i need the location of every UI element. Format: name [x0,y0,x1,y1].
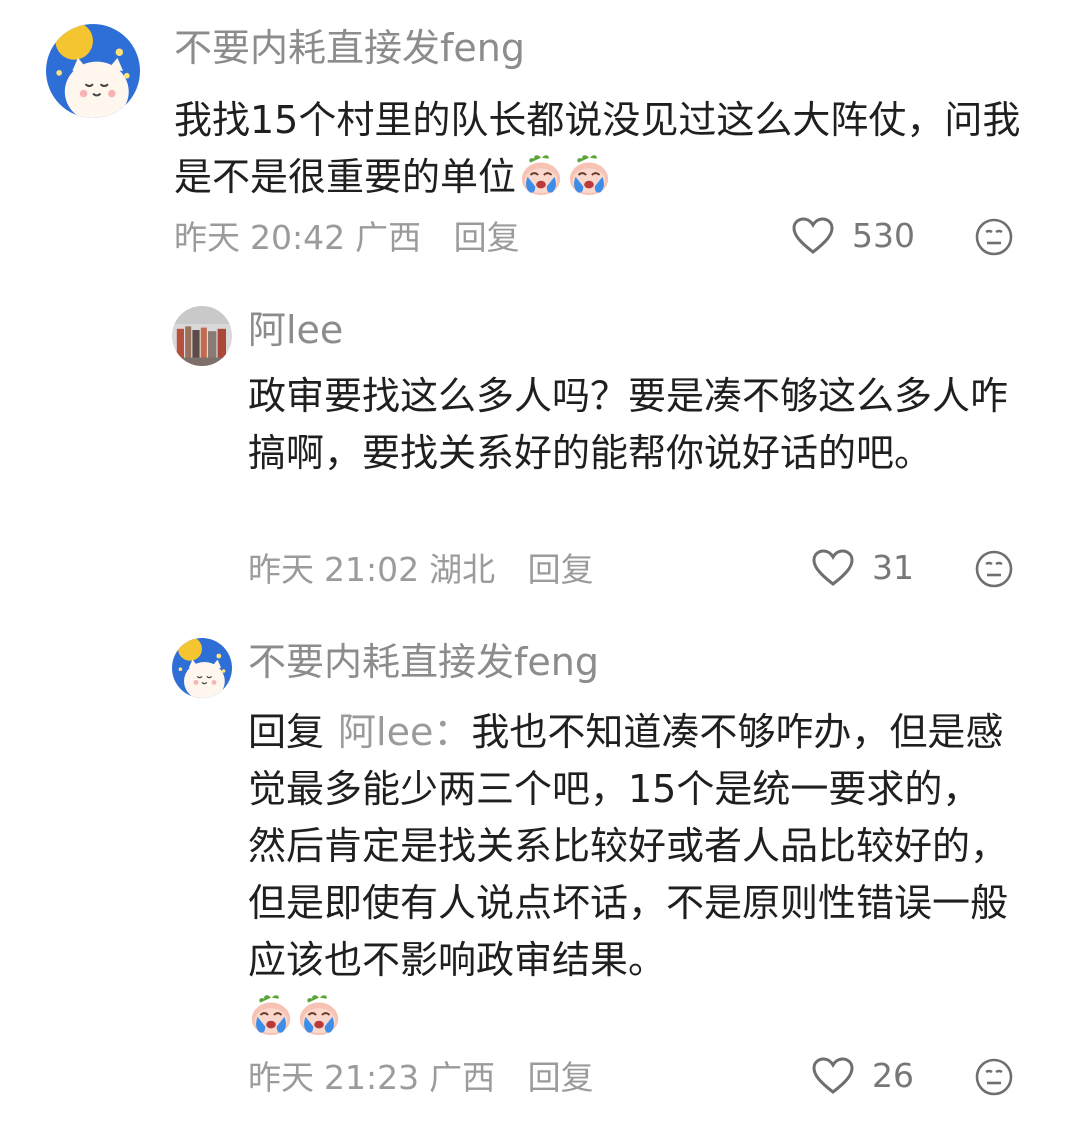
crying-emoji-icon [296,992,342,1038]
like-count: 530 [852,216,915,255]
user-avatar[interactable] [172,638,232,698]
comment-username[interactable]: 阿lee [248,306,343,354]
comment-1: 不要内耗直接发feng 我找15个村里的队长都说没见过这么大阵仗，问我是不是很重… [0,0,1080,290]
comment-date: 昨天 [174,218,240,257]
like-button[interactable]: 530 [792,216,915,255]
like-count: 31 [872,548,914,587]
heart-outline-icon [792,217,834,255]
bookshelf-avatar-icon [172,306,232,366]
comment-text: 我找15个村里的队长都说没见过这么大阵仗，问我是不是很重要的单位 [174,92,1034,206]
heart-outline-icon [812,549,854,587]
comment-2: 阿lee 政审要找这么多人吗？要是凑不够这么多人咋搞啊，要找关系好的能帮你说好话… [0,290,1080,620]
crying-emoji-icon [248,992,294,1038]
like-count: 26 [872,1056,914,1095]
reply-prefix: 回复 [248,710,325,754]
like-button[interactable]: 31 [812,548,914,587]
crying-emoji-icon [566,152,612,198]
meh-face-icon [975,218,1013,256]
cat-avatar-icon [46,24,140,118]
comment-location: 广西 [355,218,422,257]
dislike-button[interactable] [975,1058,1013,1096]
comment-text: 回复 阿lee：我也不知道凑不够咋办，但是感觉最多能少两三个吧，15个是统一要求的… [248,704,1018,1046]
reply-to-username[interactable]: 阿lee： [338,710,471,754]
user-avatar[interactable] [172,306,232,366]
comment-location: 湖北 [429,550,496,589]
user-avatar[interactable] [46,24,140,118]
comment-time: 20:42 [250,218,346,257]
comment-meta: 昨天 21:02 湖北 回复 [248,550,604,590]
comment-date: 昨天 [248,1058,314,1097]
reply-button[interactable]: 回复 [528,550,594,589]
cat-avatar-icon [172,638,232,698]
comment-username[interactable]: 不要内耗直接发feng [248,638,599,686]
like-button[interactable]: 26 [812,1056,914,1095]
comment-location: 广西 [429,1058,496,1097]
dislike-button[interactable] [975,550,1013,588]
reply-button[interactable]: 回复 [528,1058,594,1097]
comment-meta: 昨天 20:42 广西 回复 [174,218,530,258]
comment-time: 21:23 [324,1058,420,1097]
meh-face-icon [975,1058,1013,1096]
heart-outline-icon [812,1057,854,1095]
meh-face-icon [975,550,1013,588]
dislike-button[interactable] [975,218,1013,256]
comment-text: 政审要找这么多人吗？要是凑不够这么多人咋搞啊，要找关系好的能帮你说好话的吧。 [248,374,1009,475]
comment-time: 21:02 [324,550,420,589]
reply-button[interactable]: 回复 [454,218,520,257]
comment-username[interactable]: 不要内耗直接发feng [174,24,525,72]
comment-3: 不要内耗直接发feng 回复 阿lee：我也不知道凑不够咋办，但是感觉最多能少两三… [0,620,1080,1120]
comment-date: 昨天 [248,550,314,589]
comment-meta: 昨天 21:23 广西 回复 [248,1058,604,1098]
crying-emoji-icon [518,152,564,198]
